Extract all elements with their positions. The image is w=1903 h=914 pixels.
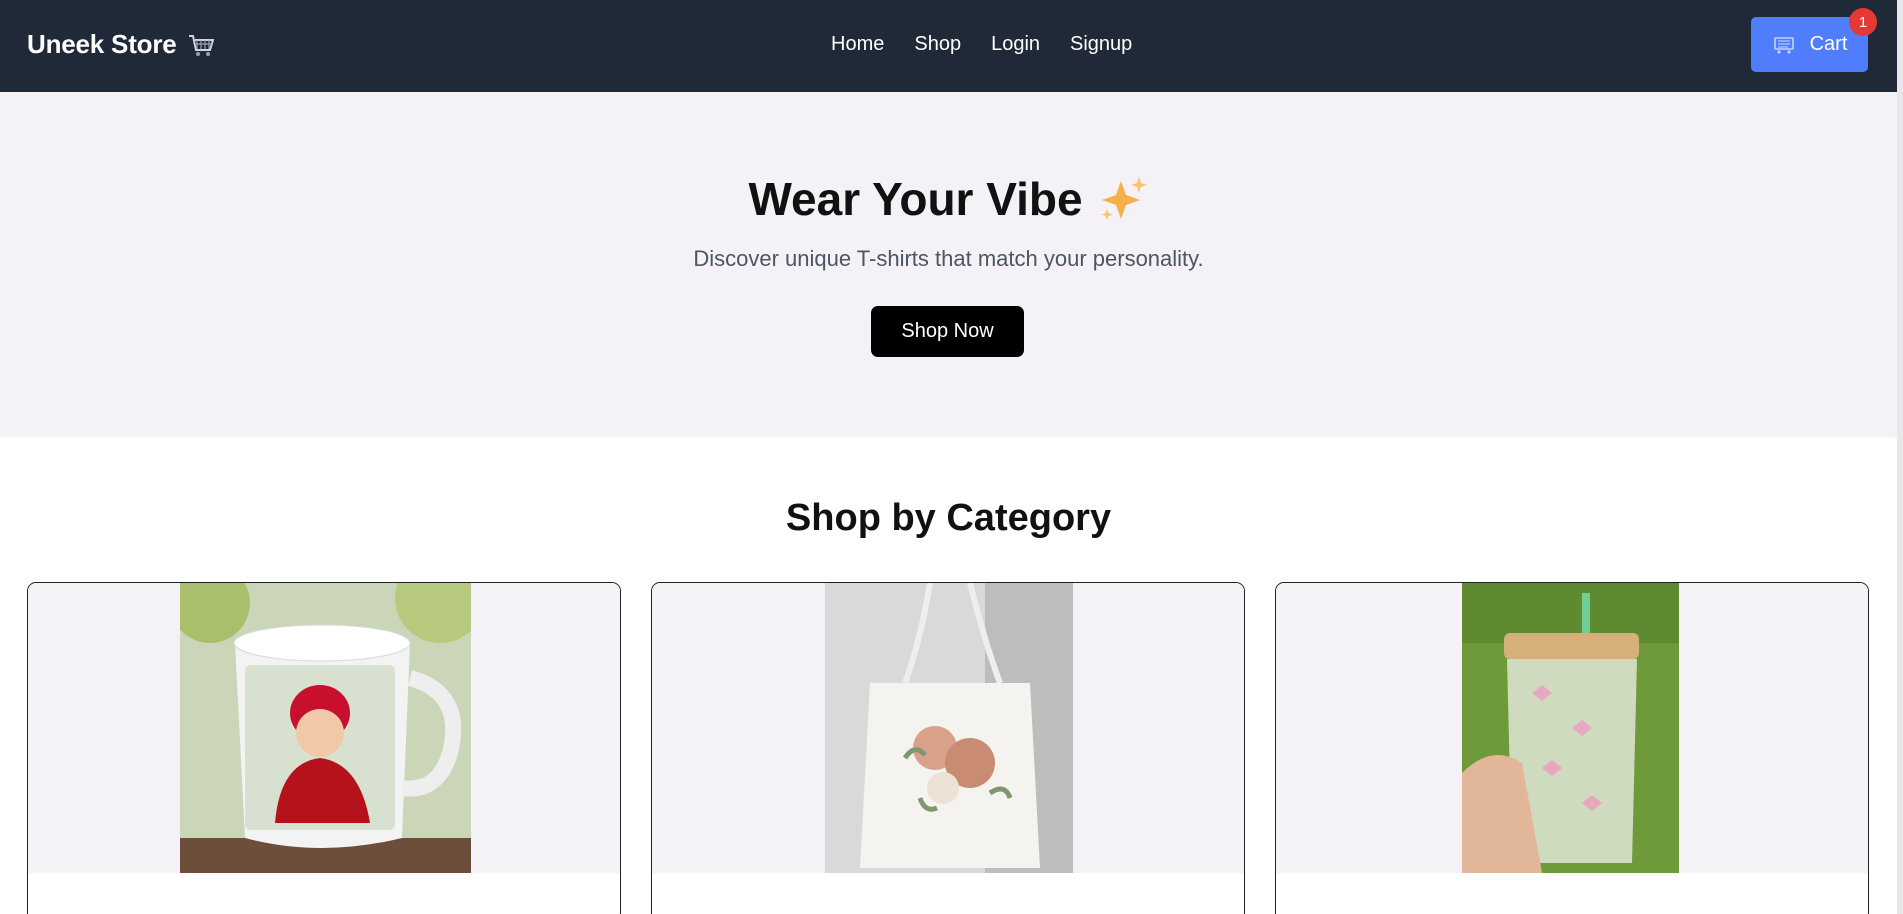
cart-icon [1773, 36, 1794, 54]
scrollbar[interactable] [1897, 0, 1903, 914]
tote-bag-image [825, 583, 1073, 873]
hero-subtitle: Discover unique T-shirts that match your… [693, 246, 1204, 271]
hero-title: Wear Your Vibe [0, 172, 1897, 226]
sparkles-icon [1101, 177, 1147, 220]
navbar: Uneek Store Home Shop Login Signup Cart … [0, 0, 1897, 92]
category-card[interactable] [651, 582, 1245, 914]
category-card[interactable] [1275, 582, 1869, 914]
mug-image [180, 583, 471, 873]
brand-logo[interactable]: Uneek Store [27, 29, 215, 60]
cart-button[interactable]: Cart 1 [1751, 8, 1877, 72]
nav-shop-link[interactable]: Shop [914, 33, 961, 56]
main-nav: Home Shop Login Signup [831, 33, 1132, 56]
nav-signup-link[interactable]: Signup [1070, 33, 1132, 56]
shopping-cart-icon [188, 34, 214, 56]
tumbler-image [1462, 583, 1679, 873]
cart-count-badge: 1 [1849, 8, 1877, 36]
cart-label: Cart [1809, 33, 1848, 55]
category-card[interactable] [27, 582, 621, 914]
section-title: Shop by Category [785, 497, 1112, 539]
shop-now-button[interactable]: Shop Now [871, 306, 1024, 357]
card-image [28, 583, 620, 873]
page: Uneek Store Home Shop Login Signup Cart … [0, 0, 1897, 914]
nav-login-link[interactable]: Login [991, 33, 1040, 56]
hero-section: Wear Your Vibe Discover unique T-shirts … [0, 92, 1897, 437]
card-image [652, 583, 1244, 873]
hero-title-text: Wear Your Vibe [748, 173, 1083, 225]
brand-name: Uneek Store [27, 29, 177, 59]
card-image [1276, 583, 1868, 873]
nav-home-link[interactable]: Home [831, 33, 884, 56]
